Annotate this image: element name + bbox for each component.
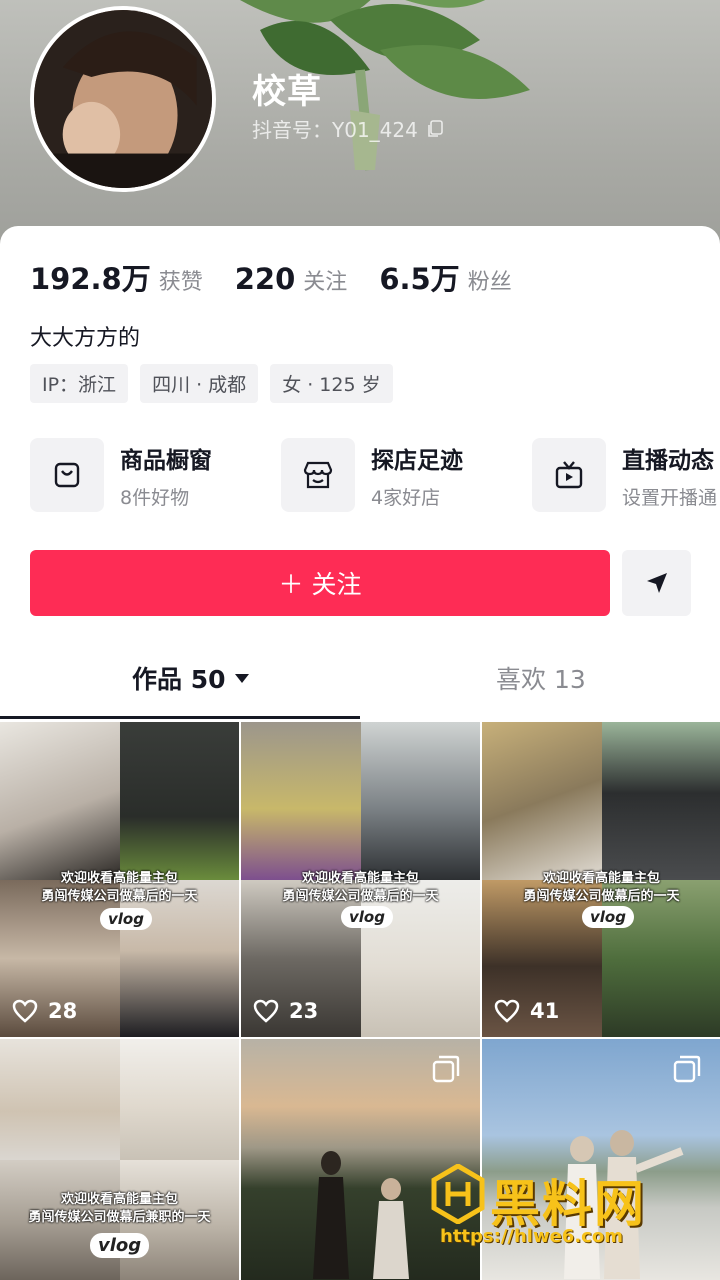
tag-ip: IP：浙江: [30, 364, 129, 403]
like-count-text: 28: [48, 999, 78, 1023]
heart-icon: [494, 999, 520, 1023]
follow-button[interactable]: ＋ 关注: [30, 550, 610, 616]
like-count: 41: [494, 999, 559, 1023]
caret-down-icon: [234, 674, 249, 683]
feature-subtitle: 8件好物: [120, 486, 190, 509]
like-count-text: 41: [530, 999, 560, 1023]
multi-image-icon: [673, 1055, 701, 1083]
profile-header: 校草 抖音号：Y01_424: [0, 0, 720, 260]
vlog-badge: vlog: [582, 906, 634, 928]
video-thumbnail[interactable]: 欢迎收看高能量主包 勇闯传媒公司做幕后兼职的一天 vlog: [0, 1039, 239, 1280]
feature-row: 商品橱窗 8件好物 探店足迹 4家好店 直播动态 设置开播通: [30, 438, 720, 512]
video-caption: 欢迎收看高能量主包: [301, 871, 419, 886]
video-thumbnail[interactable]: 欢迎收看高能量主包 勇闯传媒公司做幕后的一天 vlog 41: [482, 722, 720, 1037]
video-thumbnail[interactable]: 欢迎收看高能量主包 勇闯传媒公司做幕后的一天 vlog 23: [241, 722, 480, 1037]
copy-icon[interactable]: [426, 119, 444, 138]
video-caption: 欢迎收看高能量主包: [60, 1192, 178, 1207]
tab-bar: 作品 50 喜欢 13: [0, 646, 720, 722]
video-thumbnail[interactable]: 欢迎收看高能量主包 勇闯传媒公司做幕后的一天 vlog 28: [0, 722, 239, 1037]
bio: 大大方方的: [30, 326, 141, 351]
feature-shop-window[interactable]: 商品橱窗 8件好物: [30, 438, 281, 512]
leaf-background: [240, 0, 530, 171]
tab-works[interactable]: 作品 50: [132, 660, 250, 696]
profile-name: 校草: [252, 72, 322, 112]
tag-list: IP：浙江 四川 · 成都 女 · 125 岁: [30, 364, 393, 403]
shopping-bag-icon: [30, 438, 104, 512]
send-icon: [646, 573, 667, 593]
like-count: 23: [253, 999, 318, 1023]
like-count-text: 23: [289, 999, 319, 1023]
stat-following[interactable]: 220 关注: [235, 262, 348, 296]
feature-live[interactable]: 直播动态 设置开播通: [532, 438, 720, 512]
store-icon: [281, 438, 355, 512]
tab-works-label: 作品 50: [132, 665, 226, 694]
watermark: 黑料网 https://hlwe6.com: [430, 1160, 710, 1260]
like-count: 28: [12, 999, 77, 1023]
tab-indicator: [0, 716, 360, 719]
feature-store-visits[interactable]: 探店足迹 4家好店: [281, 438, 532, 512]
douyin-id[interactable]: 抖音号：Y01_424: [252, 114, 444, 143]
tag-gender-age: 女 · 125 岁: [270, 364, 393, 403]
people-silhouette: [313, 1151, 409, 1279]
feature-title: 商品橱窗: [120, 447, 212, 474]
feature-title: 探店足迹: [371, 447, 463, 474]
video-caption: 欢迎收看高能量主包: [542, 871, 660, 886]
watermark-logo: [431, 1164, 485, 1224]
douyin-id-text: 抖音号：Y01_424: [252, 118, 418, 142]
stat-followers[interactable]: 6.5万 粉丝: [379, 256, 511, 298]
heart-icon: [12, 999, 38, 1023]
feature-subtitle: 4家好店: [371, 486, 441, 509]
stat-number: 192.8万: [30, 262, 151, 296]
stat-likes[interactable]: 192.8万 获赞: [30, 256, 203, 298]
tag-location: 四川 · 成都: [140, 364, 259, 403]
video-caption: 欢迎收看高能量主包: [60, 871, 178, 886]
stat-number: 6.5万: [379, 262, 460, 296]
heart-icon: [253, 999, 279, 1023]
vlog-badge: vlog: [341, 906, 393, 928]
stat-label: 获赞: [158, 270, 203, 295]
feature-subtitle: 设置开播通: [622, 486, 718, 509]
vlog-badge: vlog: [90, 1233, 150, 1258]
tab-likes[interactable]: 喜欢 13: [496, 660, 586, 696]
stat-number: 220: [234, 262, 296, 296]
share-button[interactable]: [622, 550, 691, 616]
video-caption: 勇闯传媒公司做幕后的一天: [41, 889, 198, 904]
stats-row: 192.8万 获赞 220 关注 6.5万 粉丝: [30, 256, 544, 298]
watermark-url: https://hlwe6.com: [440, 1226, 623, 1247]
video-caption: 勇闯传媒公司做幕后的一天: [523, 889, 680, 904]
video-caption: 勇闯传媒公司做幕后兼职的一天: [28, 1210, 211, 1225]
stat-label: 关注: [303, 270, 348, 295]
stat-label: 粉丝: [467, 270, 512, 295]
tv-icon: [532, 438, 606, 512]
multi-image-icon: [432, 1055, 460, 1083]
vlog-badge: vlog: [100, 908, 152, 930]
feature-title: 直播动态: [622, 447, 714, 474]
video-caption: 勇闯传媒公司做幕后的一天: [282, 889, 439, 904]
avatar[interactable]: [30, 6, 216, 192]
